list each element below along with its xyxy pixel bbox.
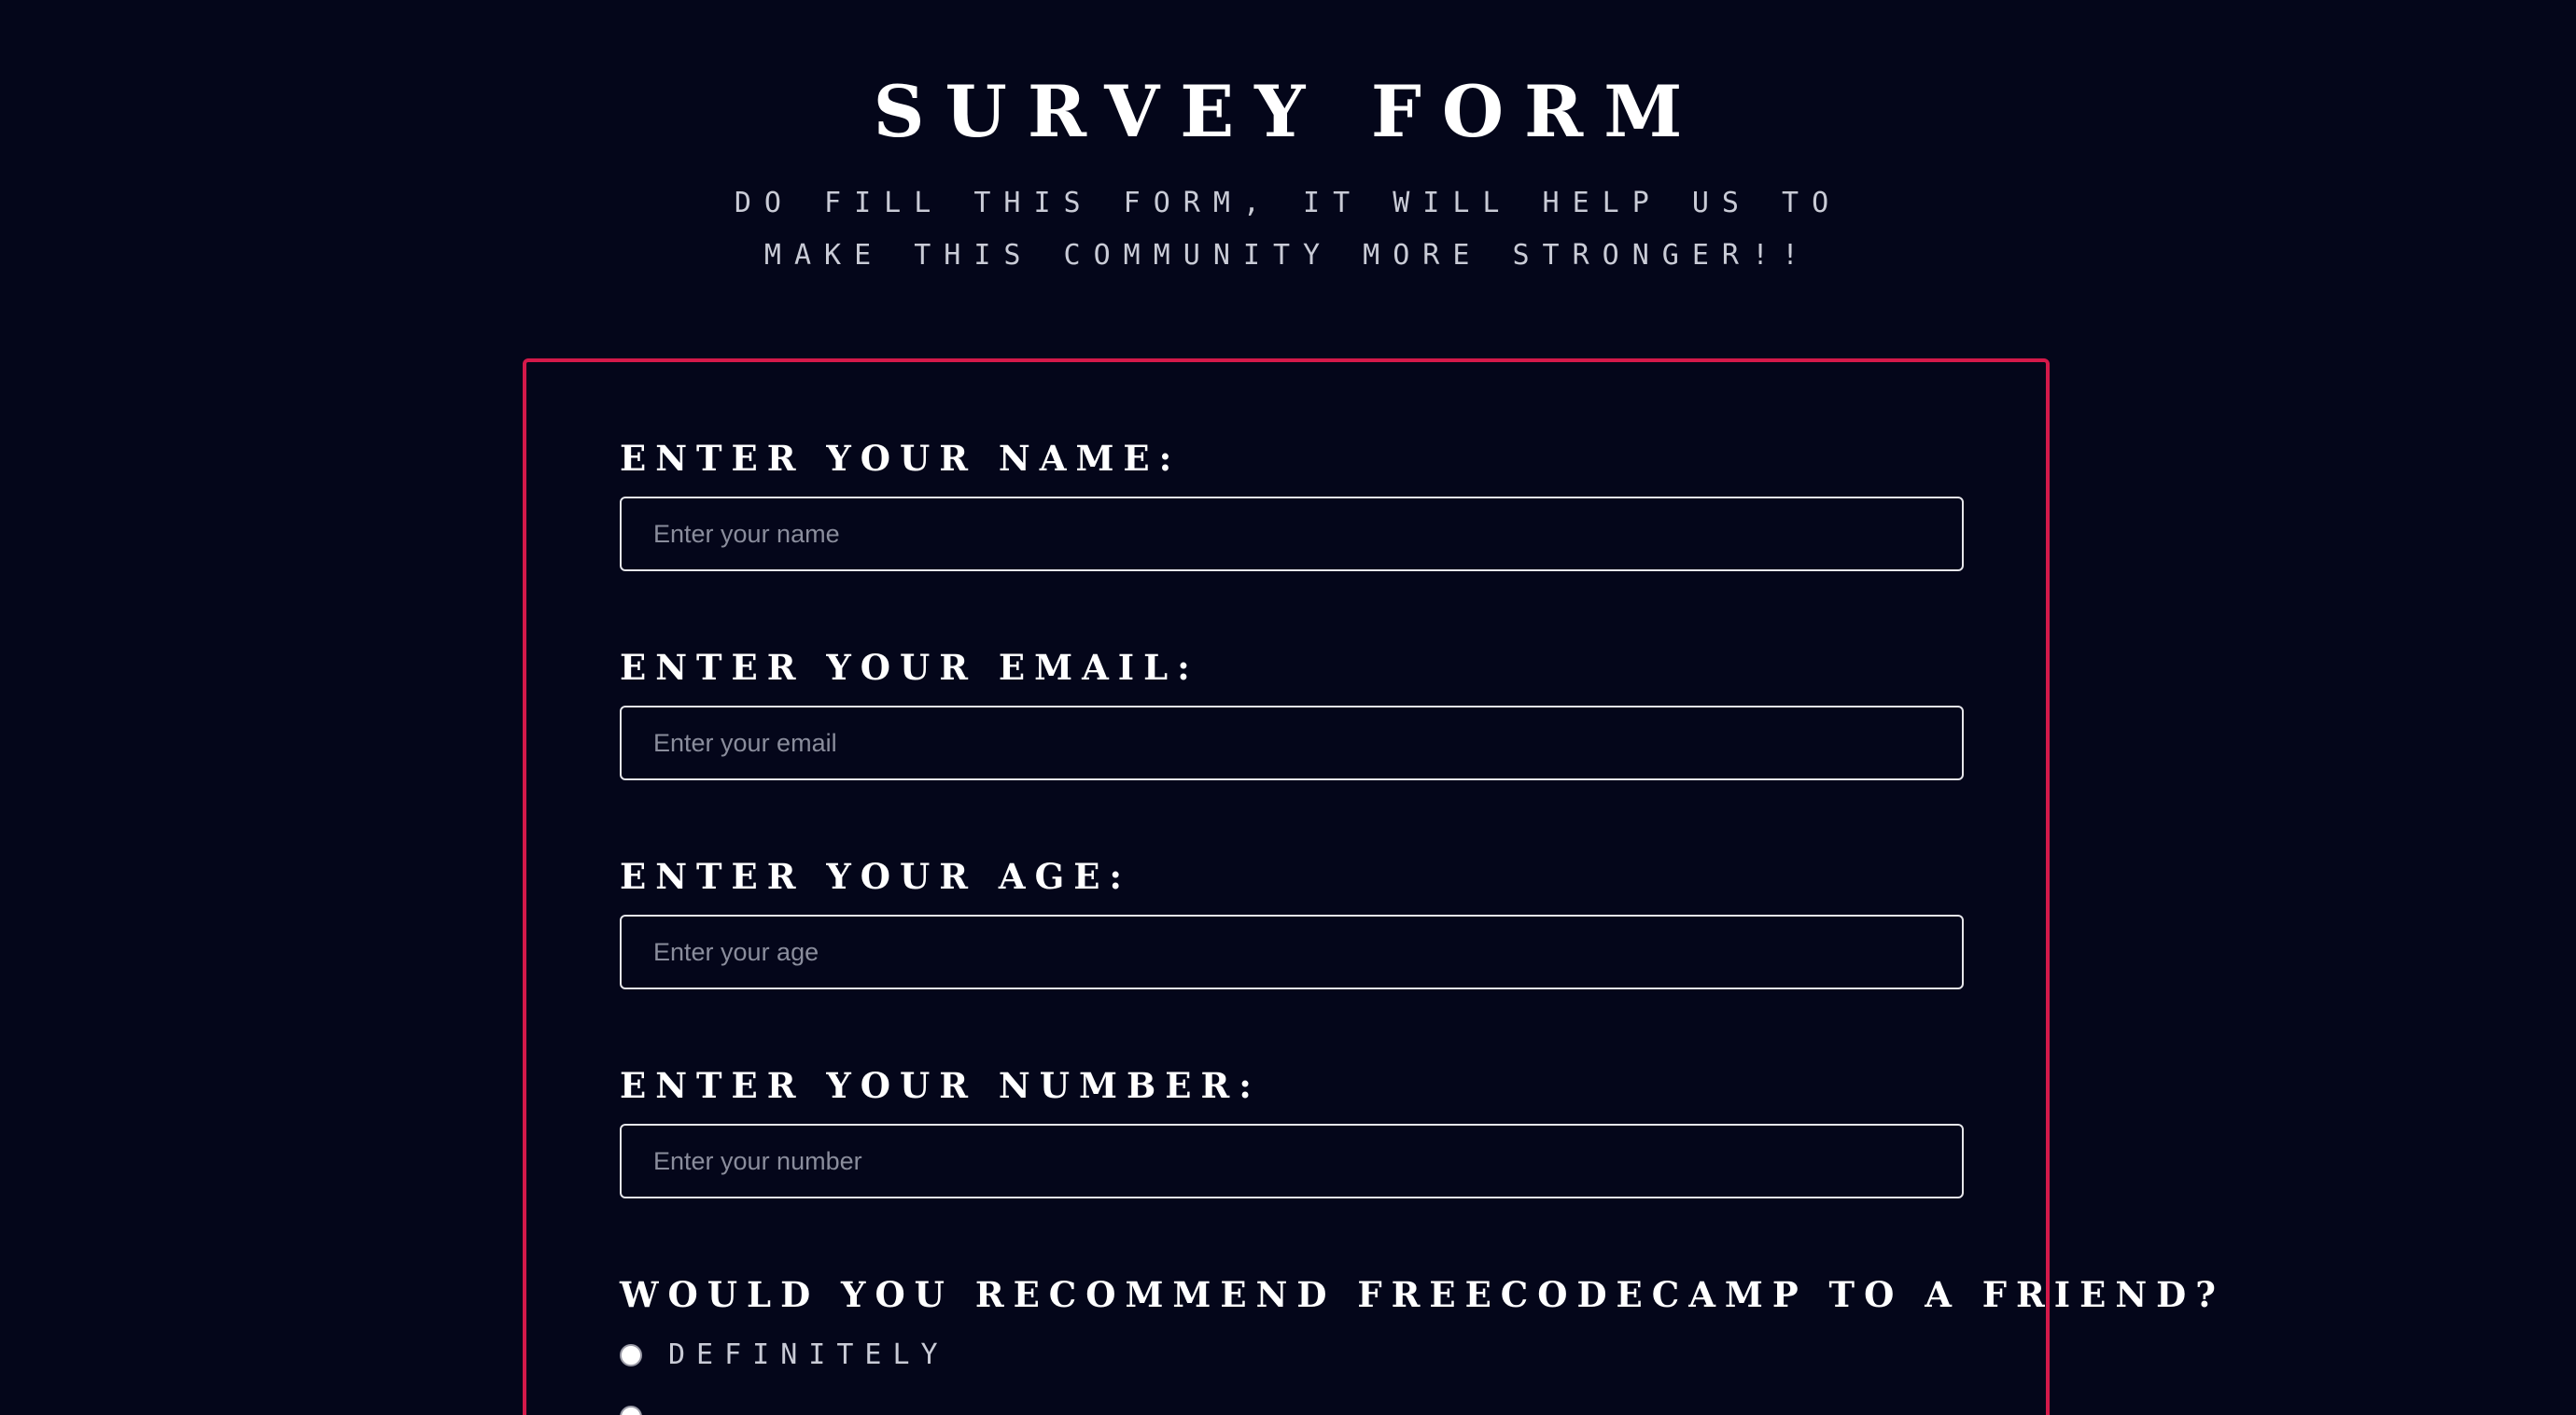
age-label: Enter your age:	[620, 856, 1132, 897]
radio-option-next[interactable]	[620, 1406, 642, 1415]
page-description: Do fill this form, it will help us to ma…	[734, 187, 1842, 272]
number-input[interactable]	[620, 1124, 1964, 1198]
email-input[interactable]	[620, 706, 1964, 780]
name-input[interactable]	[620, 497, 1964, 571]
age-input[interactable]	[620, 915, 1964, 989]
number-label: Enter your number:	[620, 1065, 1261, 1106]
email-label: Enter your email:	[620, 647, 1199, 688]
radio-option-definitely[interactable]: Definitely	[620, 1337, 949, 1374]
recommend-question: Would you recommend freeCodeCamp to a fr…	[620, 1274, 2225, 1315]
survey-page: Survey Form Do fill this form, it will h…	[0, 0, 2576, 1415]
radio-label-definitely: Definitely	[668, 1338, 949, 1371]
radio-button[interactable]	[620, 1406, 642, 1415]
page-title: Survey Form	[873, 70, 1703, 153]
survey-form: Enter your name: Enter your email: Enter…	[523, 358, 2216, 1415]
radio-button[interactable]	[620, 1344, 642, 1366]
name-label: Enter your name:	[620, 438, 1182, 479]
